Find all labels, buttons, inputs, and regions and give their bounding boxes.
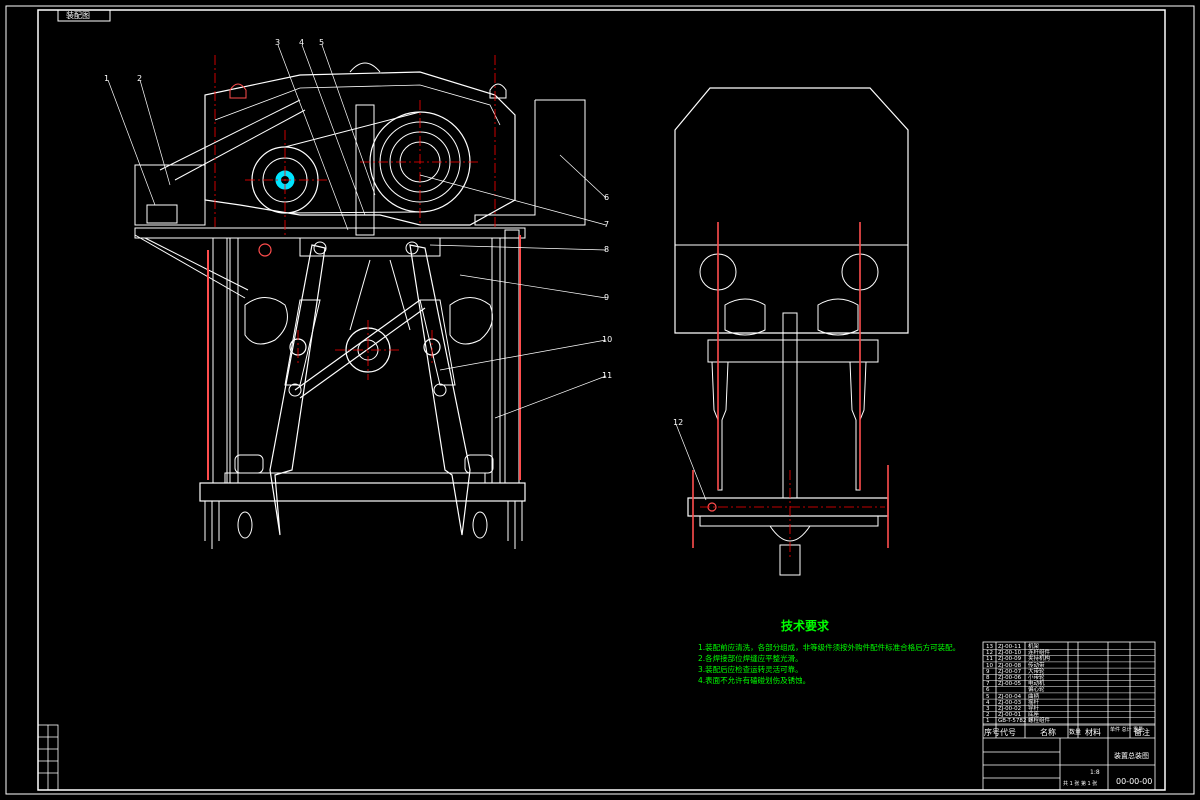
- drawing-scale: 1:8: [1090, 769, 1100, 776]
- top-lamp-left: [229, 83, 247, 99]
- drawing-name: 装置总装图: [1114, 752, 1149, 760]
- side-housing: [674, 87, 909, 334]
- tech-requirement-item: 4.表面不允许有磕碰划伤及锈蚀。: [698, 676, 811, 685]
- tech-requirement-item: 2.各焊接部位焊缝应平整光滑。: [698, 654, 803, 663]
- side-center-lines: [700, 470, 885, 560]
- tech-requirements-title: 技术要求: [780, 619, 829, 633]
- platform-brace: [134, 234, 246, 299]
- left-link: [294, 299, 421, 391]
- base-frame: [199, 482, 526, 502]
- callout-2: 2: [137, 74, 143, 83]
- side-leg-left: [711, 361, 729, 491]
- right-leg: [409, 244, 471, 536]
- right-column-outer: [504, 229, 520, 484]
- left-link-2: [299, 307, 426, 399]
- left-bearing: [244, 297, 288, 345]
- side-bearing-right: [817, 298, 859, 336]
- belt-bottom: [284, 211, 421, 214]
- side-shaft: [707, 339, 879, 363]
- left-leg: [269, 244, 326, 536]
- side-base-lower: [699, 515, 879, 527]
- drive-belt-diag-2: [174, 109, 306, 181]
- callout-10: 10: [602, 335, 613, 344]
- base-frame-top: [224, 472, 486, 484]
- left-margin-table: [37, 724, 59, 791]
- top-lamp-right: [489, 83, 507, 99]
- callout-11: 11: [602, 371, 613, 380]
- top-knob: [349, 62, 381, 73]
- right-foot: [507, 501, 523, 549]
- front-view: [134, 55, 586, 549]
- callout-7: 7: [604, 220, 610, 229]
- upper-platform: [134, 227, 526, 239]
- drive-belt-diag: [159, 99, 301, 171]
- left-column-outer: [212, 237, 228, 484]
- side-bearing-left: [724, 298, 766, 336]
- bom-header-note: 备注: [1134, 728, 1150, 737]
- bom-name: 螺栓组件: [1028, 718, 1051, 725]
- tech-requirement-item: 1.装配前应清洗，各部分组成，非等级件须按外购件配件标准合格后方可装配。: [698, 643, 961, 652]
- callout-5: 5: [319, 38, 325, 47]
- center-link-left: [349, 259, 371, 331]
- left-foot: [204, 501, 220, 549]
- side-leg-right: [849, 361, 867, 491]
- side-rods: [692, 222, 889, 548]
- motor-box: [134, 164, 206, 226]
- callout-9: 9: [604, 293, 610, 302]
- front-center-lines: [214, 55, 496, 380]
- side-view: [674, 87, 909, 576]
- drawing-number: 00-00-00: [1116, 777, 1153, 786]
- corner-label: 装配图: [66, 11, 90, 20]
- bom-header-name: 名称: [1040, 728, 1056, 737]
- bom-header-code: 代号: [1000, 728, 1016, 737]
- right-bearing: [449, 297, 493, 345]
- pivot-upper-right: [405, 241, 419, 255]
- left-leg-inner: [284, 299, 321, 386]
- left-wheel: [237, 511, 253, 539]
- bom-seq: 1: [986, 718, 990, 725]
- bom-header-qty: 数量: [1069, 729, 1082, 736]
- left-column-inner: [229, 237, 239, 484]
- callout-6: 6: [604, 193, 610, 202]
- drawing-sheet: 共 1 张 第 1 张: [1063, 781, 1098, 787]
- bom-header-material: 材料: [1085, 728, 1101, 737]
- callout-3: 3: [275, 38, 281, 47]
- callout-4: 4: [299, 38, 305, 47]
- right-wheel: [472, 511, 488, 539]
- left-clamp: [234, 454, 264, 474]
- bom-header-seq: 序号: [984, 728, 1000, 737]
- platform-brace-2: [144, 237, 249, 291]
- tech-requirements-list: 1.装配前应清洗，各部分组成，非等级件须按外购件配件标准合格后方可装配。 2.各…: [698, 642, 960, 686]
- left-nut: [258, 243, 272, 257]
- callout-8: 8: [604, 245, 610, 254]
- bom-code: GB-T-5782: [998, 718, 1027, 725]
- callout-12: 12: [673, 418, 684, 427]
- motor-base: [146, 204, 178, 224]
- tech-requirement-item: 3.装配后应检查运转灵活可靠。: [698, 665, 803, 674]
- callout-1: 1: [104, 74, 110, 83]
- pivot-low-right: [433, 383, 447, 397]
